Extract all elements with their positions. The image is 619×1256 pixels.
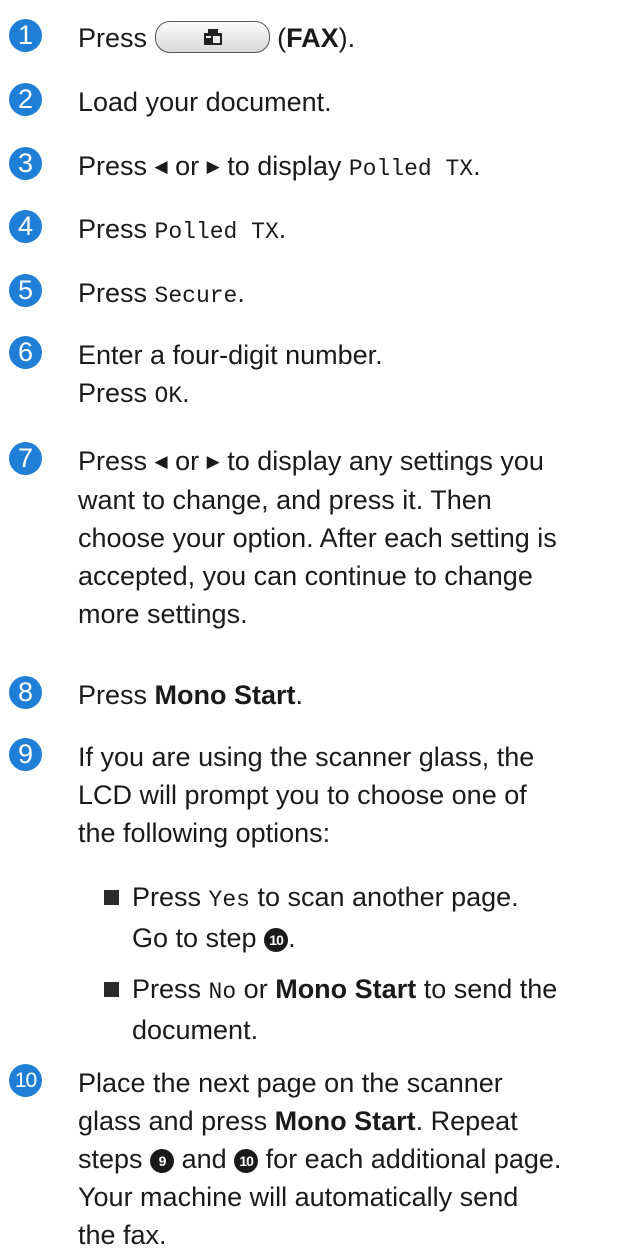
step-ref-9: 9 [150,1149,175,1173]
step-ref-10: 10 [234,1149,259,1173]
step-text: Press ◀ or ▶ to display Polled TX. [78,151,481,182]
left-triangle-icon: ◀ [154,452,168,471]
step-text: Press Mono Start. [78,680,304,710]
step-number: 10 [9,1064,42,1097]
fax-button-icon [154,21,270,53]
step-number: 2 [9,83,42,116]
step-number: 3 [9,147,42,180]
step-text: Press (FAX). [78,21,356,53]
step-number: 8 [9,676,42,709]
right-triangle-icon: ▶ [206,157,220,176]
step-text: Place the next page on the scanner glass… [78,1068,562,1250]
step-number: 4 [9,210,42,243]
step-text: Load your document. [78,87,332,117]
step-number: 7 [9,442,42,475]
step-ref-10: 10 [264,928,289,952]
right-triangle-icon: ▶ [206,452,220,471]
step-text: Press Polled TX. [78,214,287,245]
left-triangle-icon: ◀ [154,157,168,176]
step-text: If you are using the scanner glass, the … [78,742,535,848]
step-number: 1 [9,19,42,52]
step-number: 5 [9,274,42,307]
bullet-square-icon [104,982,119,997]
bullet-square-icon [104,890,119,905]
step-text: Enter a four-digit number. Press OK. [78,340,383,409]
step-number: 6 [9,336,42,369]
step-text: Press Secure. [78,278,245,309]
step-text: Press ◀ or ▶ to display any settings you… [78,446,557,629]
step-number: 9 [9,738,42,771]
